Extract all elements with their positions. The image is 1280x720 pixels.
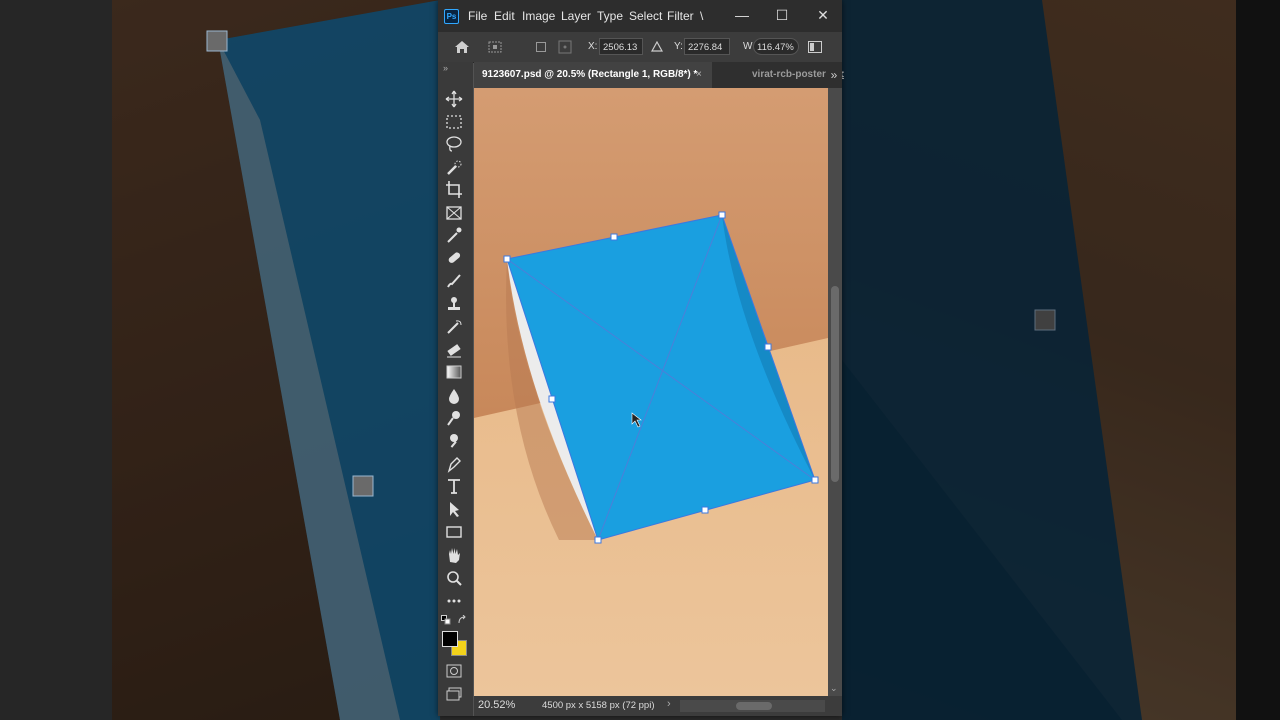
transform-reference-icon[interactable] <box>488 40 506 54</box>
background-right <box>842 0 1280 720</box>
document-tabs: 9123607.psd @ 20.5% (Rectangle 1, RGB/8*… <box>474 62 844 88</box>
home-icon[interactable] <box>454 40 470 54</box>
hand-icon[interactable] <box>442 545 466 565</box>
w-label: W <box>743 41 753 52</box>
y-label: Y: <box>674 41 683 52</box>
x-position-input[interactable]: 2506.13 p <box>599 38 643 70</box>
delta-icon[interactable] <box>651 41 663 52</box>
stamp-icon[interactable] <box>442 294 466 314</box>
blur-icon[interactable] <box>442 386 466 406</box>
menu-edit[interactable]: Edit <box>494 9 515 23</box>
lasso-icon[interactable] <box>442 134 466 154</box>
photoshop-window: Ps File Edit Image Layer Type Select Fil… <box>438 0 844 716</box>
options-bar: X: 2506.13 p Y: 2276.84 p W 116.47% <box>438 32 842 70</box>
background-left <box>0 0 440 720</box>
gradient-icon[interactable] <box>442 362 466 382</box>
rectangle-icon[interactable] <box>442 522 466 542</box>
move-icon[interactable] <box>442 89 466 109</box>
reference-point-checkbox-icon[interactable] <box>536 42 546 52</box>
scroll-down-icon[interactable]: ⌄ <box>830 683 838 694</box>
more-tools-icon[interactable] <box>442 591 466 611</box>
menu-view-truncated[interactable]: \ <box>700 9 703 23</box>
reference-point-grid-icon[interactable] <box>558 40 572 54</box>
swap-colors-icon[interactable] <box>457 615 467 625</box>
background-panel-right <box>1236 0 1280 720</box>
screen-mode-icon[interactable] <box>446 687 462 701</box>
document-canvas[interactable] <box>474 88 828 696</box>
path-select-icon[interactable] <box>442 499 466 519</box>
collapse-panel-icon[interactable]: » <box>443 63 448 73</box>
quick-select-icon[interactable] <box>442 158 466 178</box>
canvas-artwork <box>474 88 828 696</box>
brush-icon[interactable] <box>442 271 466 291</box>
menu-image[interactable]: Image <box>522 9 555 23</box>
frame-icon[interactable] <box>442 203 466 223</box>
path-pen-icon[interactable] <box>442 454 466 474</box>
document-info: 4500 px x 5158 px (72 ppi) <box>542 700 655 711</box>
vertical-scrollbar[interactable]: ⌄ <box>828 88 842 696</box>
menu-select[interactable]: Select <box>629 9 662 23</box>
type-icon[interactable] <box>442 476 466 496</box>
status-bar: 20.52% 4500 px x 5158 px (72 ppi) › <box>474 696 842 716</box>
zoom-level[interactable]: 20.52% <box>478 699 515 711</box>
quick-mask-icon[interactable] <box>446 664 462 678</box>
default-colors-icon[interactable] <box>441 615 451 625</box>
marquee-icon[interactable] <box>442 112 466 132</box>
panel-toggle-icon[interactable] <box>808 41 822 53</box>
eyedropper-icon[interactable] <box>442 225 466 245</box>
background-shape-right <box>842 0 1142 720</box>
y-position-input[interactable]: 2276.84 p <box>684 38 730 70</box>
crop-icon[interactable] <box>442 179 466 199</box>
close-button[interactable]: ✕ <box>810 4 836 26</box>
menu-bar: Ps File Edit Image Layer Type Select Fil… <box>438 0 842 32</box>
eraser-icon[interactable] <box>442 340 466 360</box>
tab-label: 9123607.psd @ 20.5% (Rectangle 1, RGB/8*… <box>482 69 698 80</box>
menu-file[interactable]: File <box>468 9 487 23</box>
menu-filter[interactable]: Filter <box>667 9 694 23</box>
horizontal-scroll-thumb[interactable] <box>736 702 772 710</box>
foreground-color-swatch[interactable] <box>442 631 458 647</box>
pen-icon[interactable] <box>442 431 466 451</box>
tabs-overflow-icon[interactable]: » <box>826 62 842 88</box>
history-brush-icon[interactable] <box>442 317 466 337</box>
menu-type[interactable]: Type <box>597 9 623 23</box>
photoshop-logo-icon: Ps <box>444 9 459 24</box>
minimize-button[interactable]: — <box>729 4 755 26</box>
dodge-icon[interactable] <box>442 408 466 428</box>
maximize-button[interactable]: ☐ <box>769 4 795 26</box>
x-label: X: <box>588 41 598 52</box>
vertical-scroll-thumb[interactable] <box>831 286 839 482</box>
zoom-icon[interactable] <box>442 568 466 588</box>
menu-layer[interactable]: Layer <box>561 9 591 23</box>
status-menu-arrow-icon[interactable]: › <box>667 698 671 710</box>
healing-brush-icon[interactable] <box>442 248 466 268</box>
width-percent-input[interactable]: 116.47% <box>753 38 799 55</box>
horizontal-scrollbar[interactable] <box>680 700 825 712</box>
background-shape-left <box>206 0 440 720</box>
tab-close-icon[interactable]: × <box>696 62 702 88</box>
tools-panel: » <box>438 62 473 716</box>
tab-active-document[interactable]: 9123607.psd @ 20.5% (Rectangle 1, RGB/8*… <box>474 62 712 88</box>
